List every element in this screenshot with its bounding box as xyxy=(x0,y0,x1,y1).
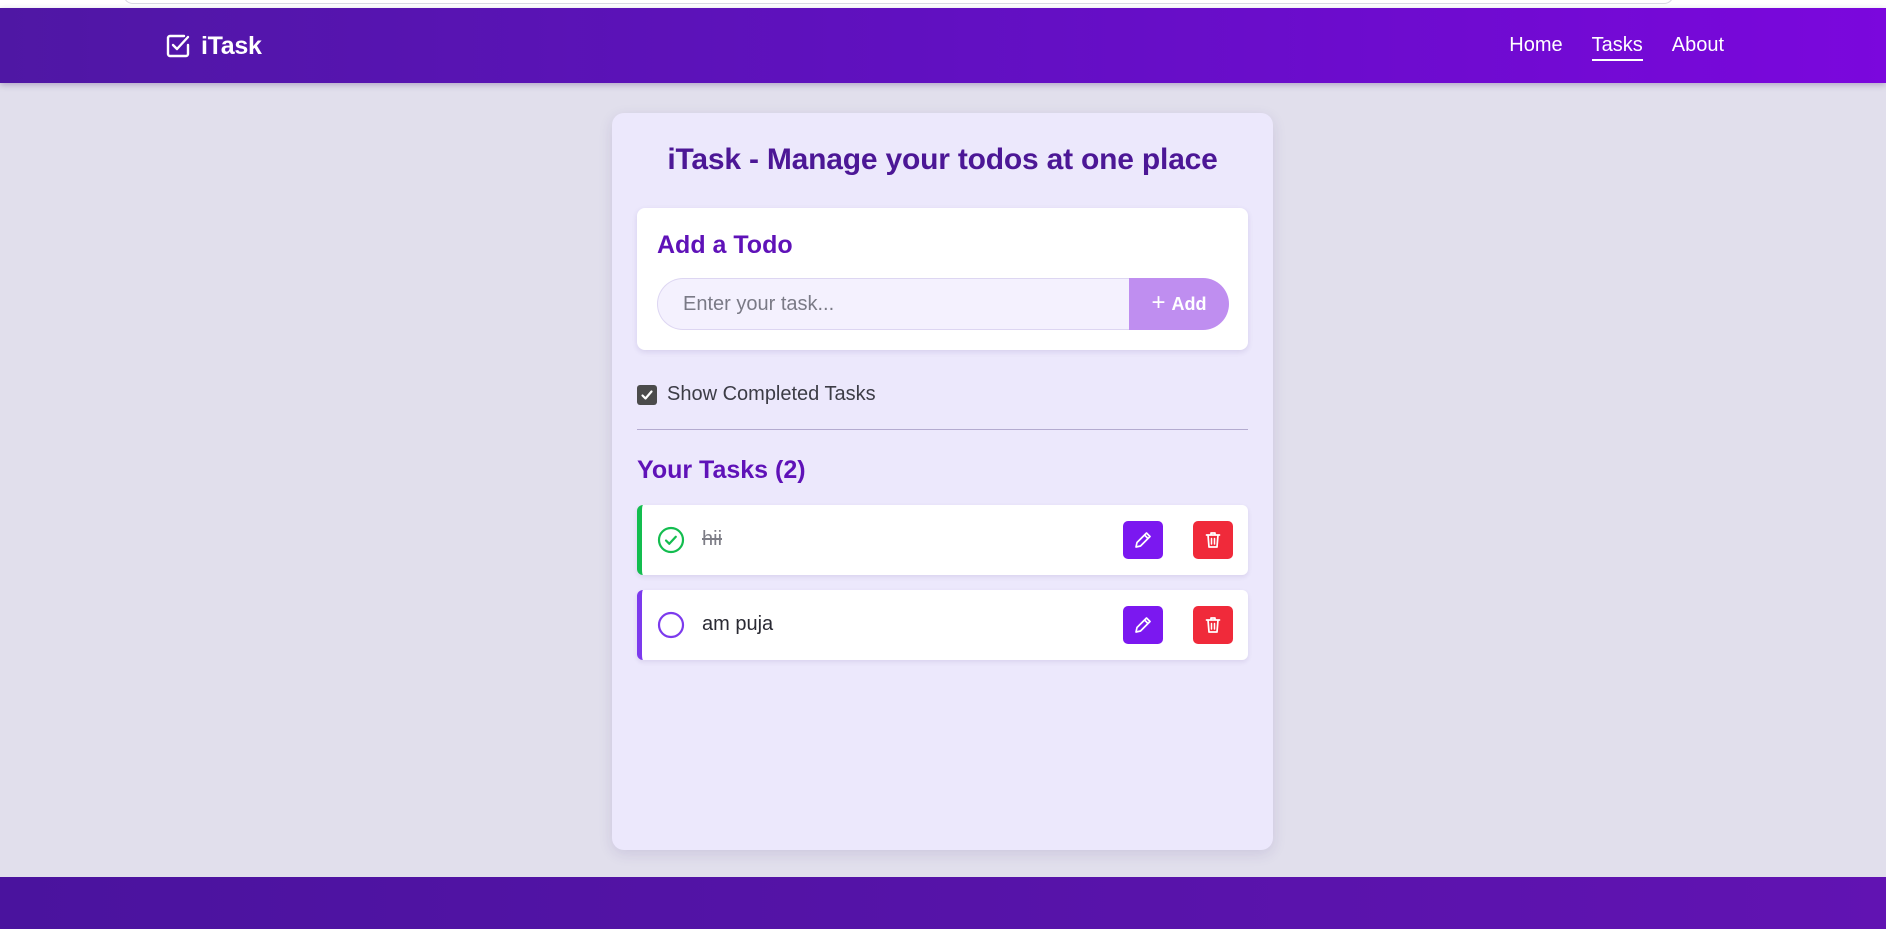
task-input[interactable] xyxy=(657,278,1129,330)
footer xyxy=(0,877,1886,929)
page-title: iTask - Manage your todos at one place xyxy=(667,143,1218,176)
edit-button[interactable] xyxy=(1123,606,1163,644)
add-button[interactable]: + Add xyxy=(1129,278,1229,330)
show-completed-toggle[interactable]: Show Completed Tasks xyxy=(637,383,876,406)
tasks-heading: Your Tasks (2) xyxy=(637,456,806,484)
task-list: hii am puja xyxy=(637,505,1248,675)
delete-button[interactable] xyxy=(1193,606,1233,644)
check-circle-icon[interactable] xyxy=(657,526,685,554)
nav-link-home[interactable]: Home xyxy=(1509,34,1562,61)
nav-link-about[interactable]: About xyxy=(1672,34,1724,61)
empty-circle-icon[interactable] xyxy=(657,611,685,639)
add-todo-row: + Add xyxy=(657,278,1229,330)
edit-button[interactable] xyxy=(1123,521,1163,559)
show-completed-checkbox[interactable] xyxy=(637,384,657,405)
task-text: am puja xyxy=(702,613,774,635)
add-button-label: Add xyxy=(1171,293,1207,314)
divider xyxy=(637,429,1248,430)
brand-name: iTask xyxy=(201,31,262,60)
todo-panel: iTask - Manage your todos at one place A… xyxy=(612,113,1273,850)
address-bar-edge xyxy=(123,0,1674,4)
task-text: hii xyxy=(702,528,723,550)
navbar: iTask Home Tasks About xyxy=(0,8,1886,83)
brand-logo[interactable]: iTask xyxy=(165,31,262,61)
checkmark-icon xyxy=(641,389,653,400)
browser-top-strip xyxy=(0,0,1886,8)
delete-button[interactable] xyxy=(1193,521,1233,559)
task-item: hii xyxy=(637,505,1248,575)
pencil-icon xyxy=(1135,617,1151,633)
add-todo-heading: Add a Todo xyxy=(657,231,793,259)
show-completed-label: Show Completed Tasks xyxy=(667,383,876,405)
plus-icon: + xyxy=(1151,289,1166,316)
nav-link-tasks[interactable]: Tasks xyxy=(1591,34,1643,61)
trash-icon xyxy=(1205,532,1221,548)
checkbox-logo-icon xyxy=(166,34,190,58)
pencil-icon xyxy=(1135,532,1151,548)
nav-links: Home Tasks About xyxy=(1509,34,1724,61)
task-item: am puja xyxy=(637,590,1248,660)
add-todo-card: Add a Todo + Add xyxy=(637,208,1248,350)
trash-icon xyxy=(1205,617,1221,633)
